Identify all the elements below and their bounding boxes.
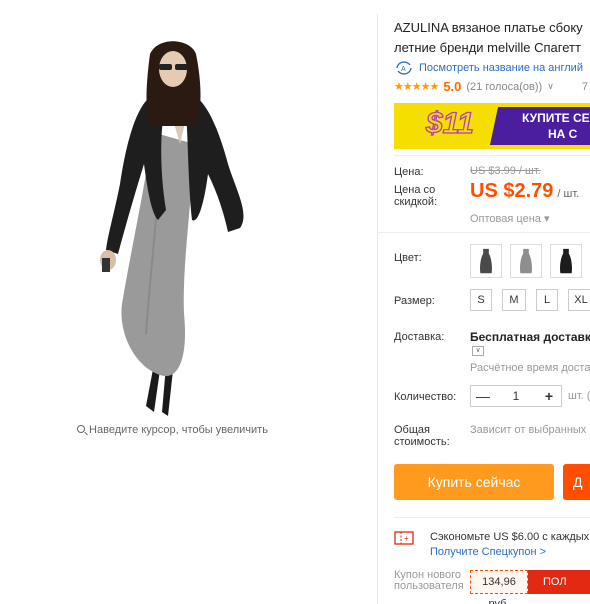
discount-price: US $2.79/ шт. (470, 180, 580, 202)
quantity-decrease-button[interactable]: — (471, 386, 495, 406)
product-image[interactable] (80, 14, 300, 422)
new-user-coupon-value: 134,96 руб. (470, 570, 528, 604)
size-option-l[interactable]: L (536, 289, 558, 311)
product-title: AZULINA вязаное платье сбоку летние брен… (394, 20, 583, 55)
divider-line (394, 155, 590, 156)
rating-score: 5.0 (443, 79, 462, 94)
divider-line (378, 232, 590, 233)
chevron-down-icon[interactable]: ∨ (547, 81, 554, 92)
votes-link[interactable]: (21 голоса(ов)) (466, 81, 542, 93)
rating-row: ★★★★★ 5.0 (21 голоса(ов)) ∨ 7 (394, 79, 588, 94)
shipping-method: Бесплатная доставка в (470, 330, 590, 344)
coupon-savings-text: Сэкономьте US $6.00 с каждых (430, 531, 590, 543)
magnifier-icon (77, 425, 86, 433)
total-cost-value: Зависит от выбранных (470, 424, 587, 436)
translate-link[interactable]: A Посмотреть название на англий (394, 61, 583, 75)
rating-stars: ★★★★★ (394, 81, 439, 93)
total-cost-label: Общая стоимость: (394, 424, 450, 448)
color-swatch-dark-gray[interactable] (470, 244, 502, 278)
coupon-icon: + (394, 531, 414, 545)
buy-now-button[interactable]: Купить сейчас (394, 464, 554, 500)
discount-price-label: Цена со скидкой: (394, 184, 438, 208)
zoom-hint: Наведите курсор, чтобы увеличить (0, 424, 345, 436)
quantity-unit: шт. (( (568, 390, 590, 402)
quantity-increase-button[interactable]: + (537, 386, 561, 406)
product-gallery: Наведите курсор, чтобы увеличить (0, 0, 378, 604)
size-option-s[interactable]: S (470, 289, 492, 311)
shipping-label: Доставка: (394, 331, 445, 343)
get-coupon-link[interactable]: Получите Спецкупон > (430, 546, 546, 558)
shipping-estimate: Расчётное время доставк (470, 362, 590, 374)
wholesale-price-dropdown[interactable]: Оптовая цена ▾ (470, 212, 549, 225)
get-new-user-coupon-button[interactable]: ПОЛ (528, 570, 590, 594)
quantity-stepper: — 1 + (470, 385, 562, 407)
quantity-label: Количество: (394, 391, 457, 403)
orders-count: 7 (581, 80, 588, 93)
color-swatch-black[interactable] (550, 244, 582, 278)
svg-text:A: A (401, 66, 406, 73)
color-label: Цвет: (394, 252, 422, 264)
price-label: Цена: (394, 166, 424, 178)
quantity-input[interactable]: 1 (495, 386, 537, 406)
size-label: Размер: (394, 295, 435, 307)
size-option-xl[interactable]: XL (568, 289, 590, 311)
color-swatch-gray[interactable] (510, 244, 542, 278)
shipping-chevron-icon[interactable]: ∨ (472, 346, 484, 356)
old-price: US $3.99 / шт. (470, 165, 541, 177)
add-to-cart-button[interactable]: Д (563, 464, 590, 500)
promo-price: $11 (425, 106, 474, 140)
promo-text: КУПИТЕ СЕ НА С (522, 111, 590, 141)
divider-line (394, 517, 590, 518)
promo-banner[interactable]: $11 КУПИТЕ СЕ НА С (394, 103, 590, 149)
svg-text:+: + (404, 534, 409, 543)
new-user-coupon-label: Купон нового пользователя (394, 569, 464, 592)
translate-icon: A (396, 61, 412, 75)
size-option-m[interactable]: M (502, 289, 526, 311)
product-details: AZULINA вязаное платье сбоку летние брен… (378, 0, 590, 604)
